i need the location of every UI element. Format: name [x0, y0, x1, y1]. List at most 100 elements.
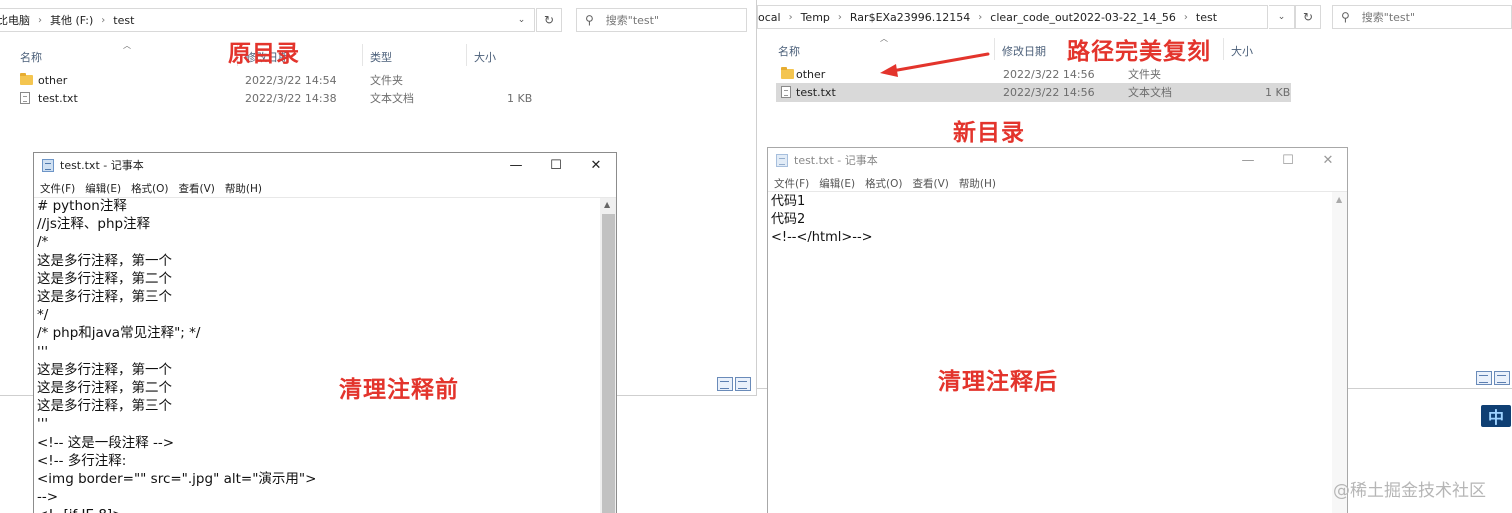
vertical-scrollbar[interactable]: ▲ — [1332, 192, 1347, 513]
left-search-box[interactable]: ⚲ 搜索"test" — [576, 8, 747, 32]
file-date: 2022/3/22 14:56 — [1003, 85, 1095, 99]
menu-format[interactable]: 格式(O) — [131, 181, 168, 196]
file-name: test.txt — [38, 91, 78, 105]
minimize-button[interactable]: — — [496, 153, 536, 177]
annotation-path-copy: 路径完美复刻 — [1067, 39, 1211, 65]
menu-file[interactable]: 文件(F) — [774, 176, 809, 191]
search-icon: ⚲ — [585, 13, 594, 27]
annotation-after-clean: 清理注释后 — [938, 369, 1058, 395]
file-row[interactable]: other 2022/3/22 14:56 文件夹 — [781, 65, 1301, 83]
chevron-right-icon: › — [1183, 11, 1188, 23]
address-dropdown-button[interactable]: ⌄ — [1269, 5, 1295, 29]
column-header-size[interactable]: 大小 — [474, 49, 496, 65]
menu-help[interactable]: 帮助(H) — [225, 181, 262, 196]
file-type: 文件夹 — [370, 74, 403, 87]
breadcrumb-item[interactable]: Temp — [801, 11, 830, 24]
chevron-right-icon: › — [978, 11, 983, 23]
notepad-menu-bar: 文件(F) 编辑(E) 格式(O) 查看(V) 帮助(H) — [34, 179, 616, 197]
file-size: 1 KB — [507, 91, 533, 105]
red-arrow-icon — [880, 52, 990, 77]
sort-ascending-icon: ︿ — [880, 34, 888, 43]
breadcrumb-item[interactable]: Rar$EXa23996.12154 — [850, 11, 970, 24]
column-header-date[interactable]: 修改日期 — [1002, 43, 1046, 59]
view-mode-buttons — [1476, 371, 1510, 385]
large-icons-view-icon[interactable] — [1494, 371, 1510, 385]
column-header-size[interactable]: 大小 — [1231, 43, 1253, 59]
annotation-new-dir: 新目录 — [953, 120, 1025, 146]
chevron-right-icon: › — [101, 14, 106, 26]
notepad-text-area[interactable]: # python注释 //js注释、php注释 /* 这是多行注释，第一个 这是… — [37, 197, 316, 513]
watermark-text: @稀土掘金技术社区 — [1333, 481, 1486, 501]
notepad-title: test.txt - 记事本 — [794, 154, 878, 167]
menu-file[interactable]: 文件(F) — [40, 181, 75, 196]
chevron-right-icon: › — [837, 11, 842, 23]
menu-view[interactable]: 查看(V) — [913, 176, 949, 191]
chevron-right-icon: › — [788, 11, 793, 23]
file-type: 文件夹 — [1128, 68, 1161, 81]
window-controls: — ☐ ✕ — [496, 153, 616, 177]
file-row[interactable]: test.txt 2022/3/22 14:56 文本文档 1 KB — [781, 83, 1301, 101]
view-mode-buttons — [717, 377, 751, 391]
search-placeholder: 搜索"test" — [605, 14, 660, 27]
annotation-before-clean: 清理注释前 — [339, 377, 459, 403]
right-address-bar[interactable]: ocal › Temp › Rar$EXa23996.12154 › clear… — [757, 5, 1268, 29]
search-icon: ⚲ — [1341, 10, 1350, 24]
column-header-type[interactable]: 类型 — [370, 49, 392, 65]
close-button[interactable]: ✕ — [1308, 148, 1347, 172]
breadcrumb-item[interactable]: test — [113, 14, 134, 27]
column-header-name[interactable]: 名称 — [20, 49, 42, 65]
details-view-icon[interactable] — [717, 377, 733, 391]
address-dropdown-button[interactable]: ⌄ — [509, 8, 535, 32]
column-divider[interactable] — [1223, 38, 1224, 60]
column-divider[interactable] — [362, 44, 363, 66]
menu-view[interactable]: 查看(V) — [179, 181, 215, 196]
minimize-button[interactable]: — — [1228, 148, 1268, 172]
maximize-button[interactable]: ☐ — [1268, 148, 1308, 172]
refresh-icon: ↻ — [1302, 10, 1314, 24]
refresh-button[interactable]: ↻ — [536, 8, 562, 32]
notepad-menu-bar: 文件(F) 编辑(E) 格式(O) 查看(V) 帮助(H) — [768, 174, 1347, 192]
vertical-scrollbar[interactable]: ▲ — [600, 198, 616, 513]
file-icon — [781, 86, 791, 98]
large-icons-view-icon[interactable] — [735, 377, 751, 391]
notepad-text-area[interactable]: 代码1 代码2 <!--</html>--> — [771, 193, 873, 248]
breadcrumb-item[interactable]: 比电脑 — [0, 12, 30, 28]
file-row[interactable]: other 2022/3/22 14:54 文件夹 — [20, 71, 540, 89]
menu-divider — [768, 191, 1347, 192]
maximize-button[interactable]: ☐ — [536, 153, 576, 177]
file-date: 2022/3/22 14:56 — [1003, 67, 1095, 81]
column-divider[interactable] — [466, 44, 467, 66]
breadcrumb-item[interactable]: 其他 (F:) — [50, 12, 93, 28]
breadcrumb-item[interactable]: clear_code_out2022-03-22_14_56 — [990, 11, 1176, 24]
file-date: 2022/3/22 14:54 — [245, 73, 337, 87]
chevron-right-icon: › — [38, 14, 42, 26]
breadcrumb-item[interactable]: test — [1196, 11, 1217, 24]
details-view-icon[interactable] — [1476, 371, 1492, 385]
column-divider[interactable] — [994, 38, 995, 60]
chevron-down-icon: ⌄ — [517, 15, 526, 25]
scroll-up-icon[interactable]: ▲ — [604, 200, 610, 209]
scrollbar-thumb[interactable] — [602, 214, 615, 513]
menu-edit[interactable]: 编辑(E) — [819, 176, 855, 191]
breadcrumb-item[interactable]: ocal — [758, 11, 781, 24]
search-placeholder: 搜索"test" — [1361, 11, 1416, 24]
file-row[interactable]: test.txt 2022/3/22 14:38 文本文档 1 KB — [20, 89, 540, 107]
menu-help[interactable]: 帮助(H) — [959, 176, 996, 191]
close-button[interactable]: ✕ — [576, 153, 616, 177]
right-search-box[interactable]: ⚲ 搜索"test" — [1332, 5, 1512, 29]
file-icon — [20, 92, 30, 104]
window-controls: — ☐ ✕ — [1228, 148, 1347, 172]
column-header-name[interactable]: 名称 — [778, 43, 800, 59]
chevron-down-icon: ⌄ — [1277, 12, 1286, 22]
ime-indicator[interactable]: 中 — [1481, 405, 1511, 427]
menu-edit[interactable]: 编辑(E) — [85, 181, 121, 196]
notepad-icon — [42, 158, 54, 172]
scroll-up-icon[interactable]: ▲ — [1336, 195, 1342, 204]
file-size: 1 KB — [1265, 85, 1291, 99]
right-notepad-window: test.txt - 记事本 — ☐ ✕ 文件(F) 编辑(E) 格式(O) 查… — [767, 147, 1348, 513]
annotation-original-dir: 原目录 — [228, 41, 300, 67]
menu-format[interactable]: 格式(O) — [865, 176, 902, 191]
file-name: test.txt — [796, 85, 836, 99]
refresh-button[interactable]: ↻ — [1295, 5, 1321, 29]
left-address-bar[interactable]: 比电脑 › 其他 (F:) › test — [0, 8, 532, 32]
